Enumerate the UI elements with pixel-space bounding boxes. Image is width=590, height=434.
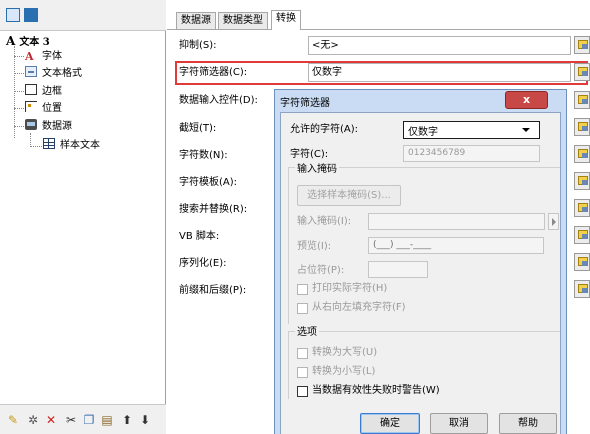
char-count-label: 字符数(N): <box>179 150 228 161</box>
prefix-suffix-edit-icon[interactable] <box>574 280 590 298</box>
tree-item-border[interactable]: 边框 <box>25 84 62 99</box>
char-template-label: 字符模板(A): <box>179 177 238 188</box>
tree-action-toolbar: ✎ ✲ ✕ ✂ ❐ ▤ ⬆ ⬇ <box>0 404 166 434</box>
tree-item-label: 数据源 <box>42 121 72 132</box>
chars-field[interactable]: 0123456789 <box>403 145 540 162</box>
input-control-edit-icon[interactable] <box>574 91 590 109</box>
serialize-edit-icon[interactable] <box>574 253 590 271</box>
vb-script-label: VB 脚本: <box>179 231 220 242</box>
paste-icon[interactable]: ▤ <box>100 413 114 427</box>
dialog-title: 字符筛选器 <box>280 98 330 109</box>
chars-label: 字符(C): <box>290 149 329 160</box>
char-template-edit-icon[interactable] <box>574 172 590 190</box>
ok-button[interactable]: 确定 <box>360 413 420 434</box>
tree-item-font[interactable]: A 字体 <box>25 49 62 64</box>
print-chars-label: 打印实际字符(H) <box>312 283 388 294</box>
tab-divider <box>167 29 590 30</box>
dialog-body: 允许的字符(A): 仅数字 字符(C): 0123456789 输入掩码 选择样… <box>280 112 561 434</box>
close-icon[interactable]: x <box>505 91 548 109</box>
position-icon <box>25 101 37 112</box>
select-sample-mask-button[interactable]: 选择样本掩码(S)... <box>297 185 401 206</box>
truncate-label: 截短(T): <box>179 123 217 134</box>
help-button[interactable]: 帮助 <box>499 413 557 434</box>
tab-datatype[interactable]: 数据类型 <box>218 12 268 29</box>
tree-view-icon[interactable] <box>6 8 20 22</box>
tree-item-text-format[interactable]: 文本格式 <box>25 66 82 81</box>
text-format-icon <box>25 66 37 77</box>
tab-datasource[interactable]: 数据源 <box>176 12 216 29</box>
border-icon <box>25 84 37 95</box>
suppress-edit-icon[interactable] <box>574 36 590 54</box>
copy-icon[interactable]: ❐ <box>82 413 96 427</box>
truncate-edit-icon[interactable] <box>574 118 590 136</box>
search-replace-edit-icon[interactable] <box>574 199 590 217</box>
lowercase-label: 转换为小写(L) <box>312 366 376 377</box>
print-chars-checkbox[interactable] <box>297 284 308 295</box>
preview-label: 预览(I): <box>297 241 332 252</box>
options-group-label: 选项 <box>295 326 319 340</box>
serialize-label: 序列化(E): <box>179 258 227 269</box>
prefix-suffix-label: 前缀和后缀(P): <box>179 285 247 296</box>
tab-transform[interactable]: 转换 <box>271 10 301 30</box>
input-control-label: 数据输入控件(D): <box>179 95 258 106</box>
move-down-icon[interactable]: ⬇ <box>138 413 152 427</box>
char-filter-label: 字符筛选器(C): <box>179 67 248 78</box>
tree-item-position[interactable]: 位置 <box>25 101 62 116</box>
allowed-chars-value: 仅数字 <box>408 127 438 138</box>
input-mask-group-label: 输入掩码 <box>295 163 339 177</box>
warn-invalid-checkbox[interactable] <box>297 386 308 397</box>
wand-icon[interactable]: ✲ <box>26 413 40 427</box>
tree-item-label: 位置 <box>42 103 62 114</box>
suppress-field[interactable]: <无> <box>308 36 571 55</box>
uppercase-label: 转换为大写(U) <box>312 347 378 358</box>
tree-item-label: 字体 <box>42 51 62 62</box>
char-count-edit-icon[interactable] <box>574 145 590 163</box>
dialog-titlebar[interactable]: 字符筛选器 x <box>275 90 566 112</box>
placeholder-label: 占位符(P): <box>297 265 345 276</box>
chevron-down-icon <box>522 128 530 132</box>
allowed-chars-label: 允许的字符(A): <box>290 124 359 135</box>
tree-item-datasource[interactable]: 数据源 <box>25 119 72 134</box>
new-icon[interactable]: ✎ <box>6 413 20 427</box>
cancel-button[interactable]: 取消 <box>430 413 488 434</box>
tree-root-item[interactable]: A 文本 3 <box>6 34 50 49</box>
move-up-icon[interactable]: ⬆ <box>120 413 134 427</box>
font-icon: A <box>25 50 34 63</box>
search-replace-label: 搜索并替换(R): <box>179 204 248 215</box>
tree-item-label: 文本格式 <box>42 68 82 79</box>
list-view-icon[interactable] <box>24 8 38 22</box>
table-icon <box>43 138 55 149</box>
tree-toolbar <box>0 0 166 31</box>
char-filter-dialog: 字符筛选器 x 允许的字符(A): 仅数字 字符(C): 0123456789 … <box>274 89 567 434</box>
cut-icon[interactable]: ✂ <box>64 413 78 427</box>
tree-item-sample-text[interactable]: 样本文本 <box>43 138 100 153</box>
placeholder-field[interactable] <box>368 261 428 278</box>
tree-panel: A 文本 3 A 字体 文本格式 边框 位置 数据源 样本文本 ✎ ✲ ✕ ✂ ❐ … <box>0 0 166 434</box>
char-filter-field[interactable]: 仅数字 <box>308 63 571 82</box>
allowed-chars-select[interactable]: 仅数字 <box>403 121 540 139</box>
delete-icon[interactable]: ✕ <box>44 413 58 427</box>
fill-rtl-label: 从右向左填充字符(F) <box>312 302 406 313</box>
tree-root-label: 文本 3 <box>19 37 50 48</box>
input-mask-label: 输入掩码(I): <box>297 216 352 227</box>
fill-rtl-checkbox[interactable] <box>297 303 308 314</box>
vb-script-edit-icon[interactable] <box>574 226 590 244</box>
uppercase-checkbox[interactable] <box>297 348 308 359</box>
tree-item-label: 边框 <box>42 86 62 97</box>
lowercase-checkbox[interactable] <box>297 367 308 378</box>
warn-invalid-label: 当数据有效性失败时警告(W) <box>312 385 440 396</box>
input-mask-field[interactable] <box>368 213 545 230</box>
text-object-icon: A <box>6 34 16 48</box>
datasource-icon <box>25 119 37 130</box>
preview-field: (___) ___-____ <box>368 237 544 254</box>
tree-item-label: 样本文本 <box>60 140 100 151</box>
char-filter-edit-icon[interactable] <box>574 63 590 81</box>
suppress-label: 抑制(S): <box>179 40 217 51</box>
mask-arrow-button[interactable] <box>548 213 559 230</box>
